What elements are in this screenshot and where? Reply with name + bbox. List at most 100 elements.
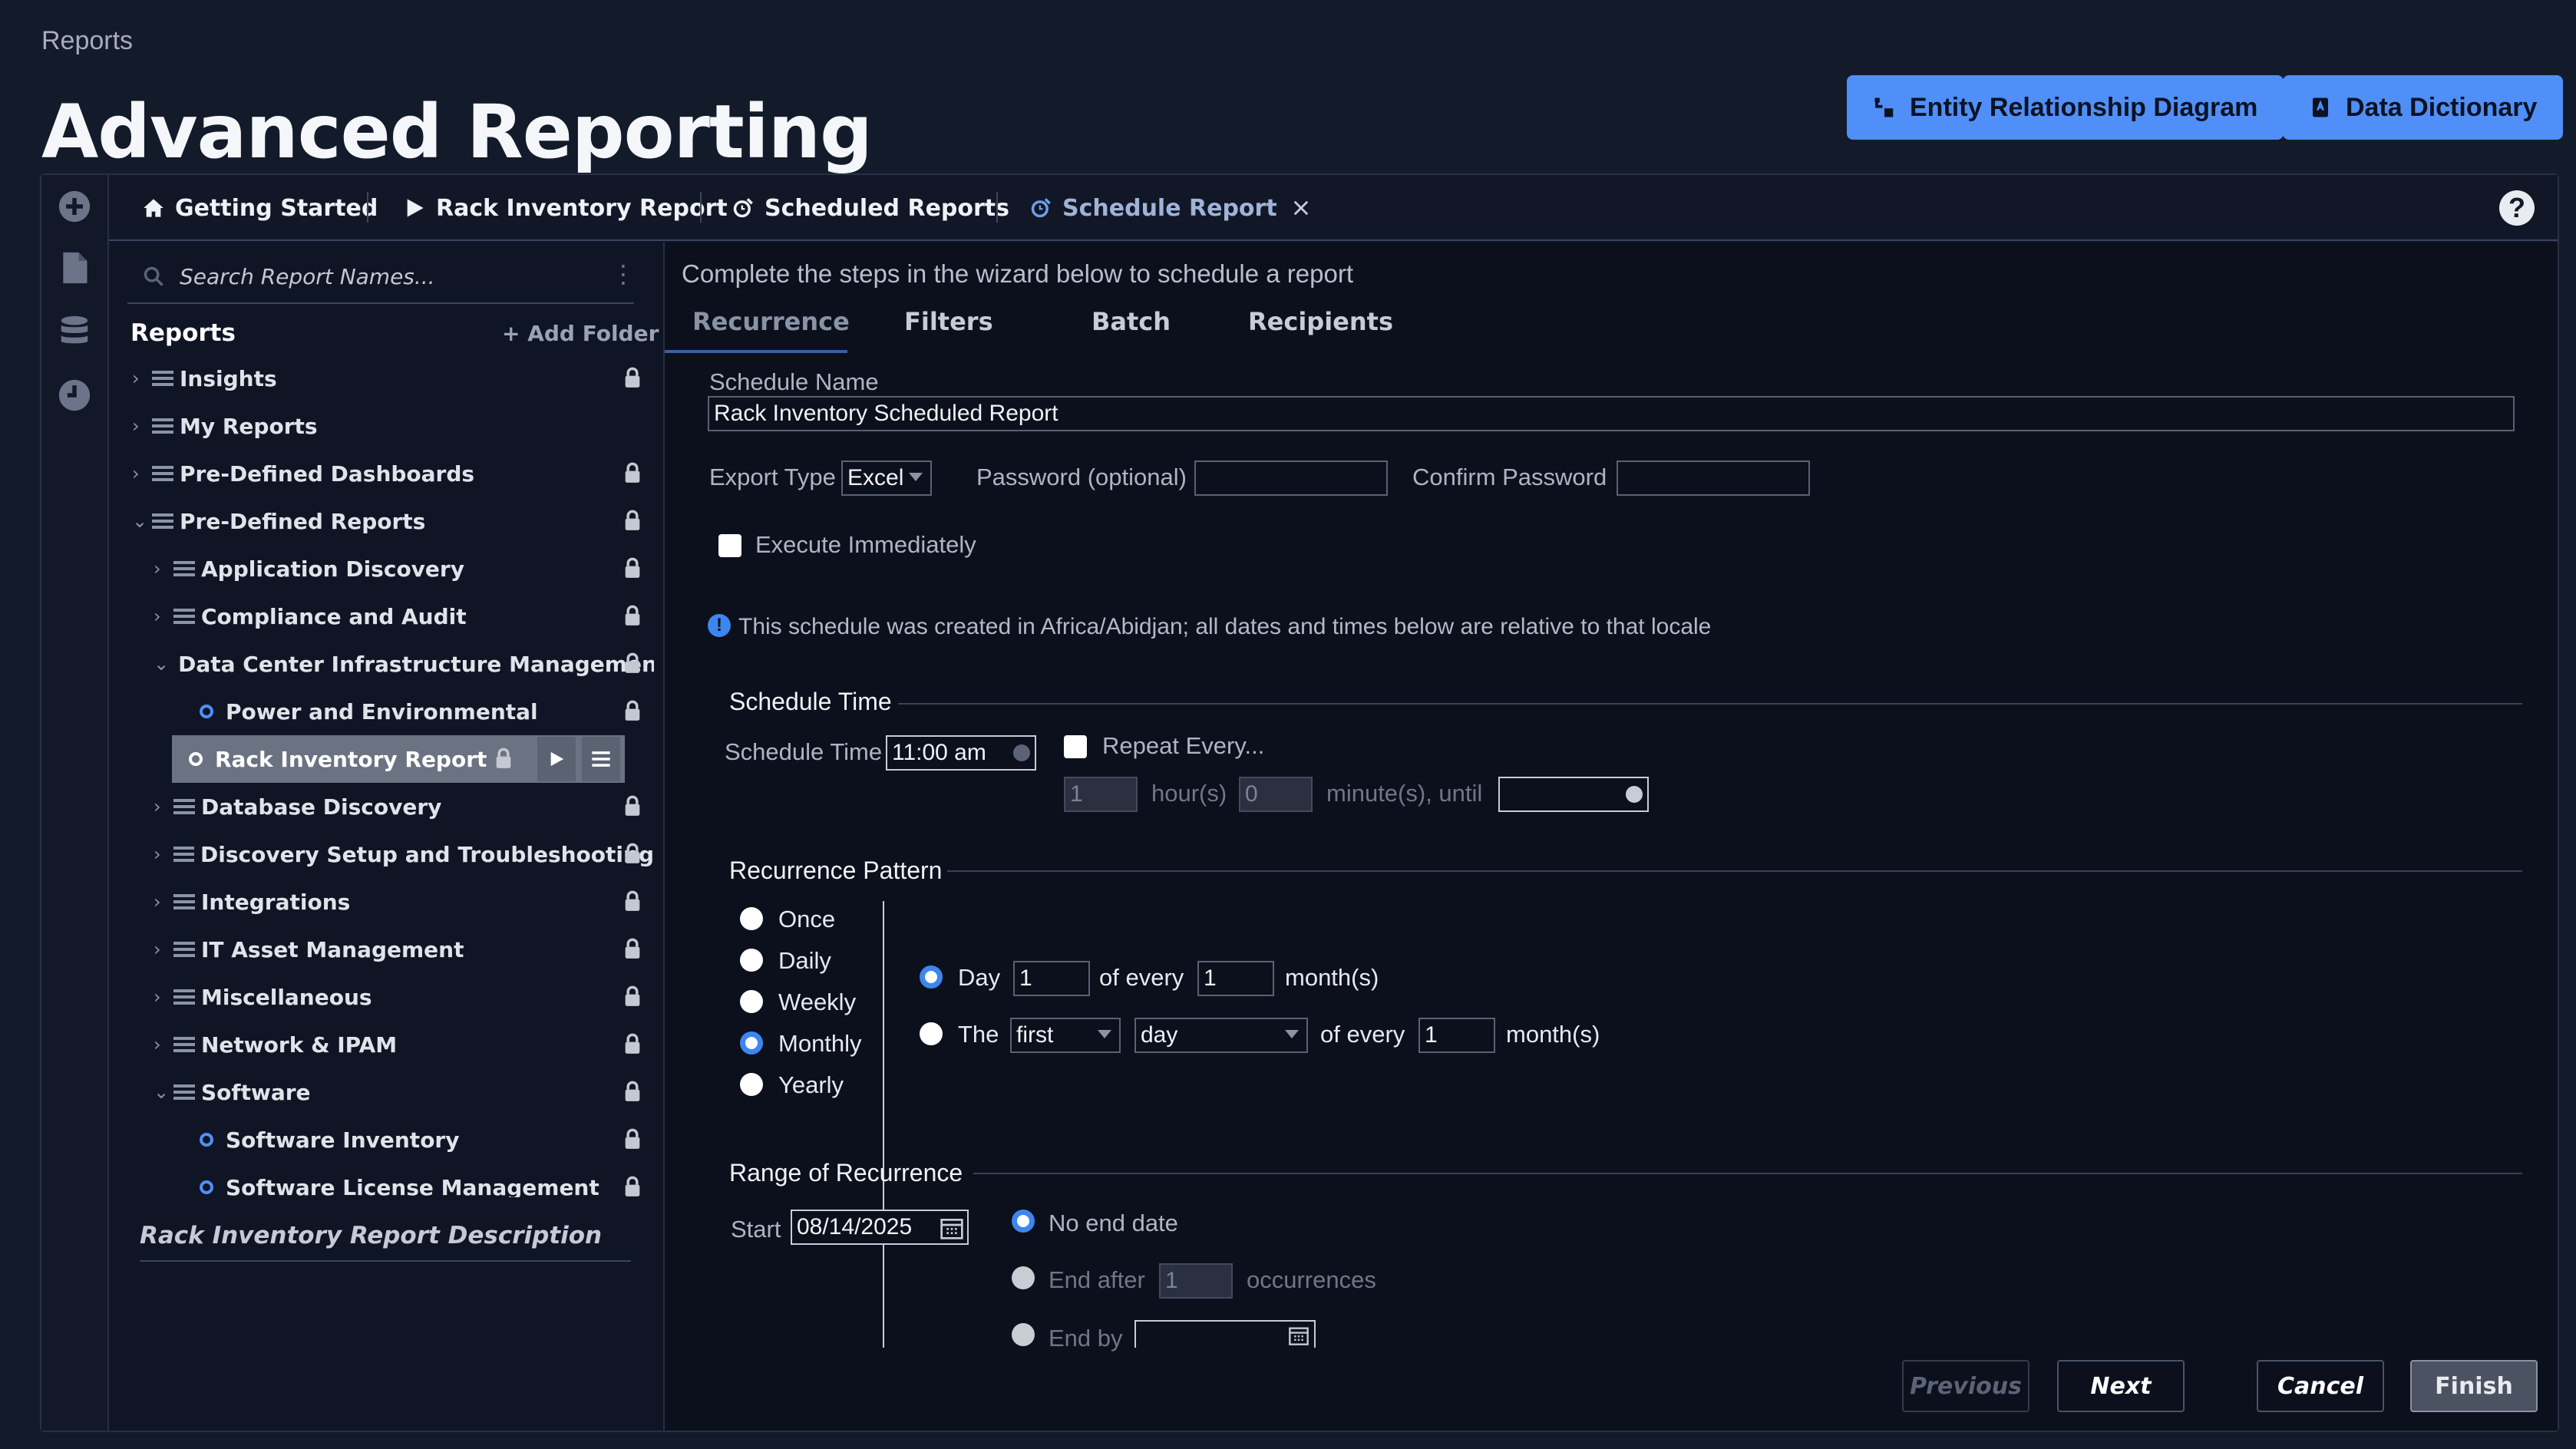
data-dictionary-button[interactable]: Data Dictionary — [2283, 75, 2564, 140]
schedule-name-label: Schedule Name — [709, 368, 879, 395]
execute-immediately-checkbox[interactable] — [718, 534, 741, 557]
database-icon[interactable] — [55, 313, 94, 352]
chevron-down-icon[interactable]: ⌄ — [154, 653, 169, 675]
tab-schedule-report[interactable]: Schedule Report — [1030, 175, 1309, 241]
start-date-input[interactable]: 08/14/2025 — [791, 1210, 969, 1245]
repeat-minutes-input[interactable]: 0 — [1239, 777, 1313, 812]
tab-scheduled-reports[interactable]: Scheduled Reports — [732, 175, 1009, 241]
add-circle-icon[interactable] — [55, 187, 94, 226]
tree-report[interactable]: Rack Inventory Report — [172, 735, 625, 783]
tree-folder[interactable]: › My Reports — [132, 402, 654, 450]
chevron-down-icon[interactable]: ⌄ — [154, 1081, 170, 1103]
chevron-right-icon[interactable]: › — [154, 606, 170, 627]
finish-button[interactable]: Finish — [2410, 1360, 2538, 1412]
tree-folder[interactable]: › Application Discovery — [132, 545, 654, 592]
tree-folder[interactable]: ⌄ Pre-Defined Reports — [132, 497, 654, 545]
tree-folder[interactable]: › Network & IPAM — [132, 1021, 654, 1068]
search-report-names[interactable]: Search Report Names... — [127, 250, 634, 304]
wizard-step-recurrence[interactable]: Recurrence — [692, 307, 850, 336]
tab-getting-started[interactable]: Getting Started — [143, 175, 378, 241]
close-icon[interactable] — [1293, 200, 1309, 216]
tree-folder[interactable]: › Compliance and Audit — [132, 592, 654, 640]
schedule-name-input[interactable]: Rack Inventory Scheduled Report — [708, 396, 2515, 431]
end-after-input[interactable]: 1 — [1159, 1263, 1233, 1299]
tree-item-label: Compliance and Audit — [201, 603, 467, 629]
pattern-daily-radio[interactable] — [740, 949, 763, 972]
pattern-weekly-radio[interactable] — [740, 990, 763, 1013]
add-folder-button[interactable]: + Add Folder — [502, 321, 659, 346]
export-type-select[interactable]: Excel — [841, 460, 932, 496]
minutes-until-label: minute(s), until — [1326, 780, 1483, 807]
chevron-right-icon[interactable]: › — [132, 368, 149, 389]
password-input[interactable] — [1194, 460, 1388, 496]
chevron-right-icon[interactable]: › — [154, 939, 170, 960]
chevron-right-icon[interactable]: › — [132, 463, 149, 484]
ordinal-select[interactable]: first — [1010, 1018, 1121, 1053]
end-after-radio[interactable] — [1012, 1266, 1035, 1289]
no-end-date-radio[interactable] — [1012, 1210, 1035, 1233]
end-by-date-input[interactable] — [1134, 1320, 1316, 1348]
tree-report[interactable]: Power and Environmental — [132, 688, 654, 735]
breadcrumb[interactable]: Reports — [41, 26, 133, 56]
tree-folder[interactable]: ⌄ Software — [132, 1068, 654, 1116]
help-icon[interactable]: ? — [2499, 190, 2535, 226]
confirm-password-input[interactable] — [1617, 460, 1810, 496]
calendar-icon[interactable] — [940, 1216, 964, 1240]
tree-folder[interactable]: › Miscellaneous — [132, 973, 654, 1021]
document-icon[interactable] — [55, 249, 94, 287]
tab-rack-inventory-report[interactable]: Rack Inventory Report — [404, 175, 728, 241]
monthly-day-radio[interactable] — [920, 965, 943, 989]
tree-item-label: Power and Environmental — [226, 698, 538, 724]
export-type-value: Excel — [847, 465, 904, 490]
lock-icon — [623, 367, 643, 390]
schedule-time-input[interactable]: 11:00 am — [886, 735, 1036, 771]
monthly-every-input[interactable]: 1 — [1197, 961, 1274, 996]
tree-folder[interactable]: › Database Discovery — [132, 783, 654, 830]
tree-report[interactable]: Software License Management — [132, 1163, 654, 1197]
chevron-right-icon[interactable]: › — [154, 891, 170, 913]
chevron-right-icon[interactable]: › — [154, 558, 170, 579]
weekday-select[interactable]: day — [1134, 1018, 1308, 1053]
wizard-step-batch[interactable]: Batch — [1091, 307, 1171, 336]
recurrence-pattern-section-title: Recurrence Pattern — [729, 857, 943, 884]
clock-icon[interactable] — [55, 376, 94, 414]
chevron-right-icon[interactable]: › — [154, 796, 170, 817]
next-button[interactable]: Next — [2057, 1360, 2185, 1412]
pattern-monthly-radio[interactable] — [740, 1031, 763, 1055]
tree-folder[interactable]: › IT Asset Management — [132, 926, 654, 973]
previous-button[interactable]: Previous — [1902, 1360, 2029, 1412]
chevron-right-icon[interactable]: › — [154, 843, 170, 865]
cancel-button[interactable]: Cancel — [2257, 1360, 2384, 1412]
calendar-icon[interactable] — [1288, 1325, 1309, 1346]
tree-folder[interactable]: › Discovery Setup and Troubleshooting — [132, 830, 654, 878]
entity-relationship-diagram-button[interactable]: Entity Relationship Diagram — [1847, 75, 2284, 140]
pattern-once-radio[interactable] — [740, 907, 763, 930]
run-report-button[interactable] — [537, 737, 576, 781]
tree-folder[interactable]: › Insights — [132, 355, 654, 402]
chevron-right-icon[interactable]: › — [154, 986, 170, 1008]
more-options-icon[interactable]: ⋮ — [611, 259, 636, 289]
tree-report[interactable]: Software Inventory — [132, 1116, 654, 1163]
end-by-radio[interactable] — [1012, 1323, 1035, 1346]
tree-folder[interactable]: ⌄ Data Center Infrastructure Management — [132, 640, 654, 688]
repeat-until-input[interactable] — [1498, 777, 1649, 812]
wizard-step-filters[interactable]: Filters — [904, 307, 993, 336]
monthly-the-radio[interactable] — [920, 1022, 943, 1045]
tree-folder[interactable]: › Integrations — [132, 878, 654, 926]
report-menu-button[interactable] — [582, 737, 620, 781]
pattern-divider — [883, 901, 884, 1348]
monthly-day-input[interactable]: 1 — [1013, 961, 1090, 996]
chevron-down-icon[interactable]: ⌄ — [132, 510, 149, 532]
pattern-yearly-radio[interactable] — [740, 1073, 763, 1096]
tree-item-label: Application Discovery — [201, 556, 464, 582]
clock-icon[interactable] — [1626, 786, 1643, 803]
clock-icon[interactable] — [1013, 744, 1030, 761]
wizard-step-recipients[interactable]: Recipients — [1248, 307, 1393, 336]
search-input[interactable]: Search Report Names... — [180, 264, 435, 289]
chevron-right-icon[interactable]: › — [132, 415, 149, 437]
repeat-every-checkbox[interactable] — [1064, 735, 1087, 758]
monthly-every-input-2[interactable]: 1 — [1418, 1018, 1495, 1053]
tree-folder[interactable]: › Pre-Defined Dashboards — [132, 450, 654, 497]
repeat-hours-input[interactable]: 1 — [1064, 777, 1138, 812]
chevron-right-icon[interactable]: › — [154, 1034, 170, 1055]
